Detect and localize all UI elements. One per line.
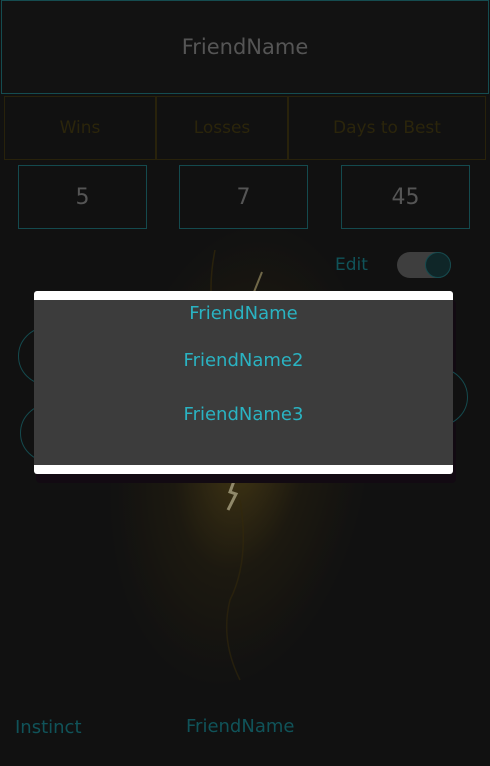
- dialog-item-friendname3[interactable]: FriendName3: [34, 387, 453, 441]
- app-screen: FriendName Wins Losses Days to Best 5 7 …: [0, 0, 490, 766]
- friend-select-dialog: FriendName FriendName2 FriendName3: [34, 291, 453, 474]
- dialog-item-friendname2[interactable]: FriendName2: [34, 333, 453, 387]
- dialog-list: FriendName FriendName2 FriendName3: [34, 300, 453, 465]
- dialog-item-friendname[interactable]: FriendName: [34, 300, 453, 333]
